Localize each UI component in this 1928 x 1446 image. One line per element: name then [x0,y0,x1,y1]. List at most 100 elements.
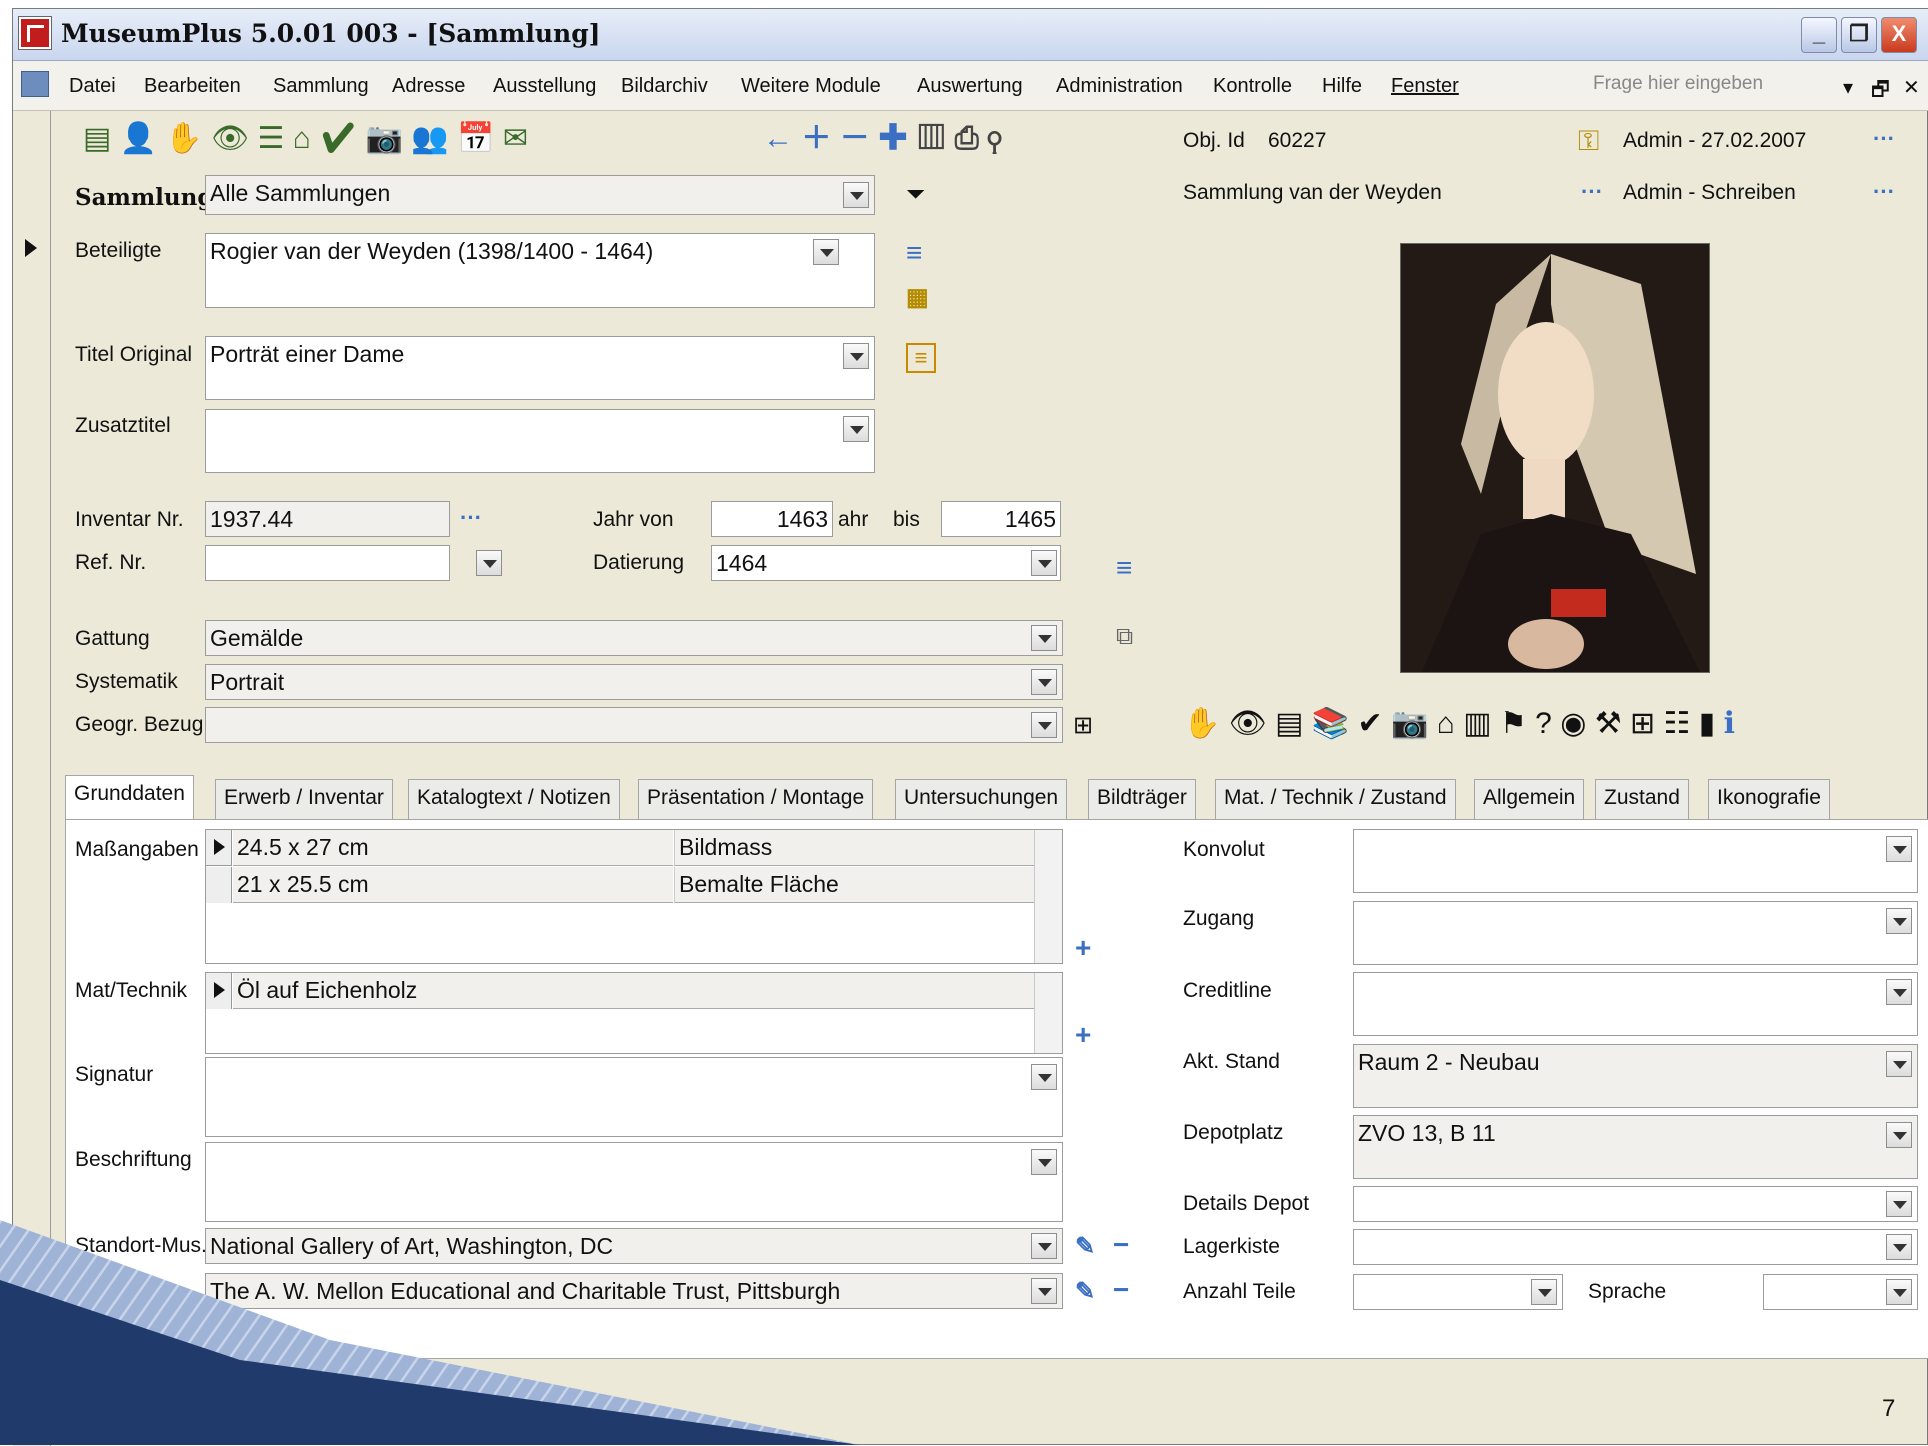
akt-stand-dropdown-button[interactable] [1886,1051,1912,1077]
books-icon[interactable]: 📚 [1312,707,1349,740]
geogr-dropdown-button[interactable] [1031,712,1057,738]
beteiligte-map-icon[interactable]: ▦ [906,284,929,312]
check-chart-icon[interactable]: ✔ [319,122,357,155]
beschriftung-field[interactable] [205,1142,1063,1222]
sammlung-more-button[interactable]: ··· [1581,179,1603,205]
menu-fenster[interactable]: Fenster [1391,75,1459,98]
tab-untersuchungen[interactable]: Untersuchungen [895,779,1068,819]
beteiligte-list-icon[interactable]: ≡ [906,239,922,267]
add-record-icon[interactable]: ＋ [801,122,831,155]
mdi-restore-icon[interactable]: 🗗 [1871,75,1890,109]
beteiligte-dropdown-button[interactable] [813,239,839,265]
details-depot-field[interactable] [1353,1186,1918,1222]
ref-nr-field[interactable] [205,545,450,581]
document-icon[interactable] [21,71,49,97]
standort-2-dropdown-button[interactable] [1031,1278,1057,1304]
menu-auswertung[interactable]: Auswertung [917,75,1023,98]
standort-dropdown-button[interactable] [1031,1233,1057,1259]
tab-praesentation-montage[interactable]: Präsentation / Montage [638,779,874,819]
menu-bearbeiten[interactable]: Bearbeiten [144,75,241,98]
konvolut-field[interactable] [1353,829,1918,893]
gattung-select[interactable]: Gemälde [205,620,1063,656]
akt-stand-field[interactable]: Raum 2 - Neubau [1353,1044,1918,1108]
bis-field[interactable]: 1465 [941,501,1061,537]
menu-administration[interactable]: Administration [1056,75,1183,98]
zusatztitel-field[interactable] [205,409,875,473]
menu-ausstellung[interactable]: Ausstellung [493,75,596,98]
creditline-field[interactable] [1353,972,1918,1036]
tab-katalogtext-notizen[interactable]: Katalogtext / Notizen [408,779,620,819]
camera-icon[interactable]: 📷 [366,122,403,155]
eye-icon[interactable]: 👁 [1229,707,1267,740]
beteiligte-field[interactable]: Rogier van der Weyden (1398/1400 - 1464) [205,233,875,308]
delete-record-icon[interactable]: － [840,122,870,155]
datierung-dropdown-button[interactable] [1031,550,1057,576]
menu-kontrolle[interactable]: Kontrolle [1213,75,1292,98]
konvolut-dropdown-button[interactable] [1886,836,1912,862]
mass-value-1[interactable]: 24.5 x 27 cm [233,830,673,866]
house-icon[interactable]: ⌂ [1437,707,1455,740]
person-icon[interactable]: 👤 [120,122,157,155]
mat-technik-scrollbar[interactable] [1034,973,1062,1053]
remove-standort-2-button[interactable]: − [1113,1276,1129,1304]
zugang-dropdown-button[interactable] [1886,908,1912,934]
eye-icon[interactable]: 👁 [211,122,249,155]
mass-type-1[interactable]: Bildmass [674,830,1034,866]
lagerkiste-dropdown-button[interactable] [1886,1234,1912,1260]
form-view-icon[interactable]: ▥ [916,122,946,155]
close-button[interactable]: X [1881,17,1917,53]
edit-standort-2-icon[interactable]: ✎ [1075,1278,1095,1306]
add-mass-button[interactable]: + [1075,934,1091,962]
row-selector[interactable] [206,867,232,903]
info-icon[interactable]: ℹ [1724,707,1735,740]
mdi-menu-arrow[interactable]: ▾ [1843,75,1853,100]
envelope-icon[interactable]: ✉ [503,122,528,155]
ref-nr-dropdown-button[interactable] [476,550,502,576]
edit-standort-icon[interactable]: ✎ [1075,1233,1095,1261]
minimize-button[interactable]: _ [1801,17,1837,53]
handshake-icon[interactable]: ✋ [1183,707,1220,740]
sprache-dropdown-button[interactable] [1886,1279,1912,1305]
admin-write-more-button[interactable]: ··· [1873,179,1895,205]
titel-original-field[interactable]: Porträt einer Dame [205,336,875,400]
mat-technik-value[interactable]: Öl auf Eichenholz [233,973,1034,1009]
massangaben-scrollbar[interactable] [1034,830,1062,963]
tab-bildtraeger[interactable]: Bildträger [1088,779,1196,819]
systematik-select[interactable]: Portrait [205,664,1063,700]
signatur-dropdown-button[interactable] [1031,1064,1057,1090]
menu-bildarchiv[interactable]: Bildarchiv [621,75,708,98]
admin-more-button[interactable]: ··· [1873,126,1895,152]
gattung-dropdown-button[interactable] [1031,625,1057,651]
copy-icon[interactable]: ⧉ [1116,623,1133,651]
lagerkiste-field[interactable] [1353,1229,1918,1265]
titel-list-icon[interactable]: ≡ [906,343,936,373]
tab-allgemein[interactable]: Allgemein [1474,779,1585,819]
document-icon[interactable]: ▤ [1275,707,1303,740]
question-icon[interactable]: ? [1535,707,1552,740]
menu-adresse[interactable]: Adresse [392,75,465,98]
mass-type-2[interactable]: Bemalte Fläche [674,867,1034,903]
add-technik-button[interactable]: + [1075,1021,1091,1049]
sammlung-dropdown-button[interactable] [843,182,869,208]
menu-weitere-module[interactable]: Weitere Module [741,75,881,98]
beschriftung-dropdown-button[interactable] [1031,1149,1057,1175]
add-copy-icon[interactable]: ✚ [878,122,908,155]
systematik-dropdown-button[interactable] [1031,669,1057,695]
help-search-input[interactable]: Frage hier eingeben [1593,73,1833,101]
tab-mat-technik-zustand[interactable]: Mat. / Technik / Zustand [1215,779,1456,819]
zugang-field[interactable] [1353,901,1918,965]
bar-chart-icon[interactable]: ▮ [1699,707,1716,740]
tab-erwerb-inventar[interactable]: Erwerb / Inventar [215,779,393,819]
tab-zustand[interactable]: Zustand [1595,779,1689,819]
mdi-close-icon[interactable]: ✕ [1903,75,1920,100]
tab-ikonografie[interactable]: Ikonografie [1708,779,1830,819]
restore-button[interactable]: ❐ [1841,17,1877,53]
handshake-icon[interactable]: ✋ [165,122,202,155]
inventar-field[interactable]: 1937.44 [205,501,450,537]
row-selector-current[interactable] [206,973,232,1009]
jahr-von-field[interactable]: 1463 [711,501,833,537]
titel-dropdown-button[interactable] [843,343,869,369]
anzahl-dropdown-button[interactable] [1531,1279,1557,1305]
depotplatz-field[interactable]: ZVO 13, B 11 [1353,1115,1918,1179]
menu-datei[interactable]: Datei [69,75,116,98]
